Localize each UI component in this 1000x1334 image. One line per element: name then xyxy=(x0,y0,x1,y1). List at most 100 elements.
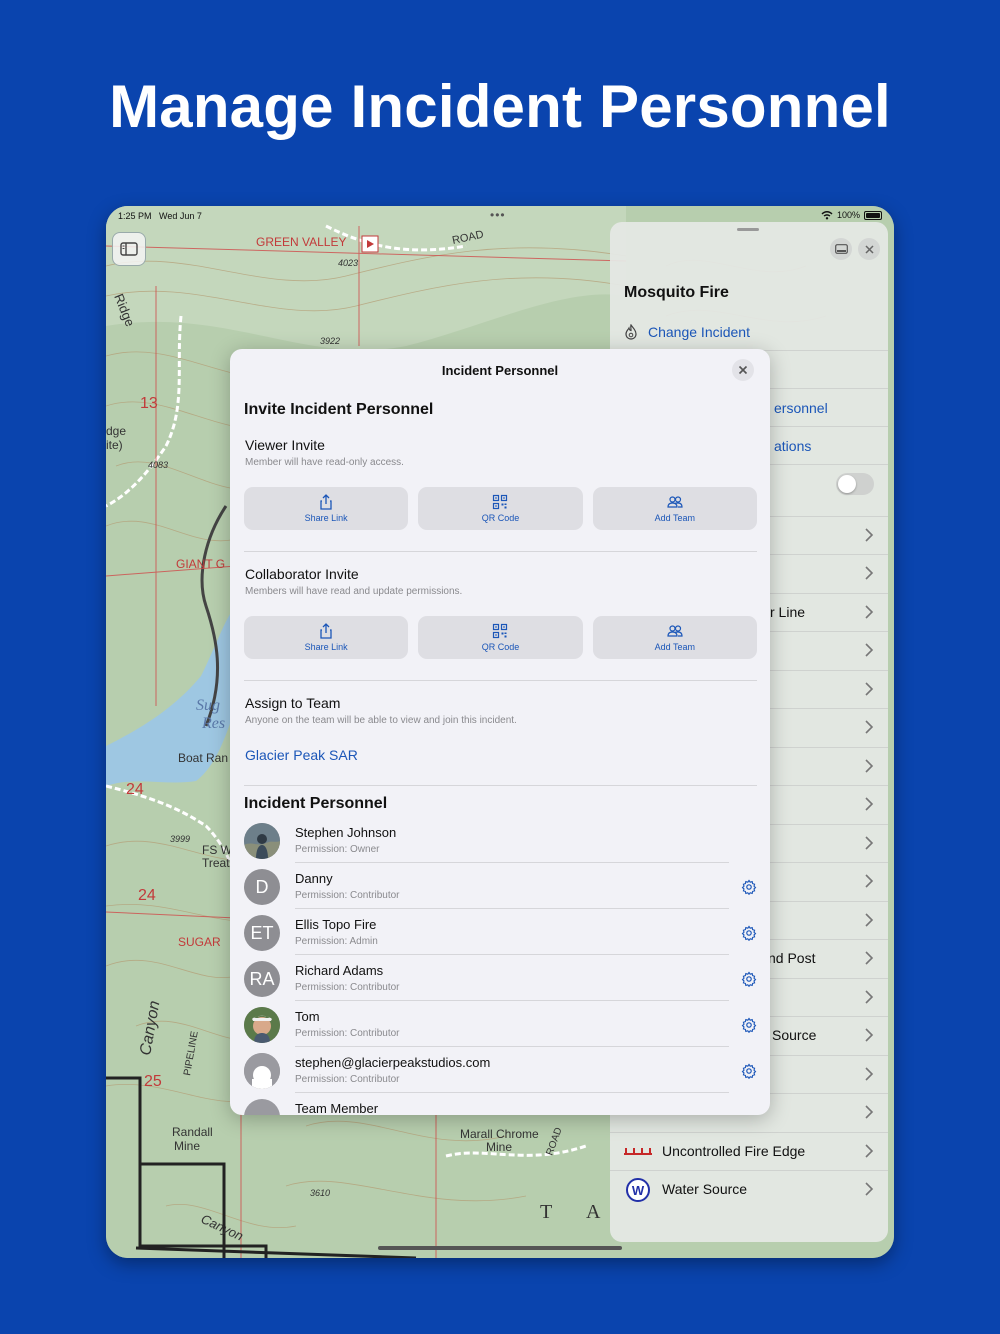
invite-section-title: Invite Incident Personnel xyxy=(244,401,434,418)
close-icon xyxy=(864,244,874,254)
home-indicator[interactable] xyxy=(378,1246,622,1250)
map-label-24a: 24 xyxy=(126,781,144,798)
avatar: D xyxy=(244,869,280,905)
svg-text:W: W xyxy=(632,1183,645,1198)
incident-personnel-modal: Incident Personnel Invite Incident Perso… xyxy=(230,349,770,1115)
divider xyxy=(244,680,757,681)
gear-icon[interactable] xyxy=(741,1017,757,1033)
viewer-add-team-button[interactable]: Add Team xyxy=(592,487,757,530)
personnel-row[interactable]: Stephen Johnson Permission: Owner xyxy=(244,817,757,863)
map-label-3999: 3999 xyxy=(170,834,190,844)
chevron-right-icon xyxy=(865,643,874,657)
team-icon xyxy=(667,625,683,637)
map-label-edge: dge xyxy=(106,424,126,438)
wifi-icon xyxy=(821,210,833,219)
chevron-right-icon xyxy=(865,1067,874,1081)
personnel-row[interactable]: Team Member xyxy=(244,1093,757,1115)
viewer-invite-buttons: Share Link QR Code Add Team xyxy=(244,487,757,530)
map-label-giant: GIANT G xyxy=(176,557,225,571)
collaborator-share-link-button[interactable]: Share Link xyxy=(244,616,409,659)
map-label-3610: 3610 xyxy=(310,1188,330,1198)
map-label-4083: 4083 xyxy=(148,460,168,470)
personnel-row[interactable]: stephen@glacierpeakstudios.com Permissio… xyxy=(244,1047,757,1093)
chevron-right-icon xyxy=(865,951,874,965)
close-icon xyxy=(738,365,748,375)
avatar: RA xyxy=(244,961,280,997)
map-label-mine: Mine xyxy=(174,1139,200,1153)
share-icon xyxy=(320,623,332,639)
fire-icon xyxy=(625,324,637,340)
map-label-boat: Boat Ran xyxy=(178,751,228,765)
water-source-icon: W xyxy=(626,1178,650,1202)
collaborator-add-team-button[interactable]: Add Team xyxy=(592,616,757,659)
feature-item-water-source[interactable]: W Water Source xyxy=(610,1170,888,1208)
chevron-right-icon xyxy=(865,1105,874,1119)
map-label-marall: Marall Chrome xyxy=(460,1127,539,1141)
avatar xyxy=(244,1099,280,1115)
modal-close-button[interactable] xyxy=(732,359,754,381)
chevron-right-icon xyxy=(865,874,874,888)
panel-close-button[interactable] xyxy=(858,238,880,260)
incident-title: Mosquito Fire xyxy=(624,284,729,301)
personnel-row[interactable]: ET Ellis Topo Fire Permission: Admin xyxy=(244,909,757,955)
chevron-right-icon xyxy=(865,759,874,773)
chevron-right-icon xyxy=(865,1028,874,1042)
fire-edge-icon xyxy=(624,1148,652,1155)
personnel-row[interactable]: Tom Permission: Contributor xyxy=(244,1001,757,1047)
team-icon xyxy=(667,496,683,508)
chevron-right-icon xyxy=(865,990,874,1004)
battery-icon xyxy=(864,210,882,220)
map-label-a: A xyxy=(586,1201,601,1223)
map-label-sug: Sug xyxy=(196,697,220,714)
chevron-right-icon xyxy=(865,566,874,580)
chevron-right-icon xyxy=(865,682,874,696)
map-label-green-valley: GREEN VALLEY xyxy=(256,235,346,249)
modal-title: Incident Personnel xyxy=(441,363,559,378)
sidebar-icon xyxy=(120,242,138,256)
viewer-invite-note: Member will have read-only access. xyxy=(245,457,404,468)
headline: Manage Incident Personnel xyxy=(109,73,891,140)
map-label-mine2: Mine xyxy=(486,1140,512,1154)
chevron-right-icon xyxy=(865,528,874,542)
personnel-row[interactable]: RA Richard Adams Permission: Contributor xyxy=(244,955,757,1001)
sidebar-toggle-button[interactable] xyxy=(112,232,146,266)
chevron-right-icon xyxy=(865,720,874,734)
panel-toggle[interactable] xyxy=(836,473,874,495)
feature-item-uncontrolled-fire-edge[interactable]: Uncontrolled Fire Edge xyxy=(610,1132,888,1170)
gear-icon[interactable] xyxy=(741,971,757,987)
map-label-site: ite) xyxy=(106,438,123,452)
chevron-right-icon xyxy=(865,913,874,927)
personnel-row[interactable]: D Danny Permission: Contributor xyxy=(244,863,757,909)
battery-indicator: 100% xyxy=(821,210,882,220)
avatar xyxy=(244,1007,280,1043)
map-label-25: 25 xyxy=(144,1073,162,1090)
divider xyxy=(244,551,757,552)
team-link-glacier-peak-sar[interactable]: Glacier Peak SAR xyxy=(245,747,358,763)
gear-icon[interactable] xyxy=(741,925,757,941)
change-incident-button[interactable]: Change Incident xyxy=(624,324,750,340)
share-icon xyxy=(320,494,332,510)
status-time: 1:25 PM Wed Jun 7 xyxy=(118,211,202,221)
panel-resize-button[interactable] xyxy=(830,238,852,260)
map-label-res: Res xyxy=(201,715,225,732)
map-label-treat: Treat xyxy=(202,856,230,870)
gear-icon[interactable] xyxy=(741,879,757,895)
panel-grabber[interactable] xyxy=(737,228,759,231)
avatar xyxy=(244,1053,280,1089)
collaborator-invite-title: Collaborator Invite xyxy=(245,566,359,582)
viewer-qr-code-button[interactable]: QR Code xyxy=(418,487,583,530)
personnel-section-title: Incident Personnel xyxy=(244,795,388,812)
map-label-24b: 24 xyxy=(138,887,156,904)
viewer-share-link-button[interactable]: Share Link xyxy=(244,487,409,530)
map-label-t: T xyxy=(540,1201,552,1223)
qr-code-icon xyxy=(493,623,508,639)
map-label-randall: Randall xyxy=(172,1125,213,1139)
chevron-right-icon xyxy=(865,836,874,850)
map-label-4023: 4023 xyxy=(338,258,358,268)
map-label-sugar: SUGAR xyxy=(178,935,221,949)
collaborator-invite-buttons: Share Link QR Code Add Team xyxy=(244,616,757,659)
resize-icon xyxy=(834,244,848,254)
collaborator-qr-code-button[interactable]: QR Code xyxy=(418,616,583,659)
multitask-dots[interactable]: ••• xyxy=(490,208,506,222)
gear-icon[interactable] xyxy=(741,1063,757,1079)
